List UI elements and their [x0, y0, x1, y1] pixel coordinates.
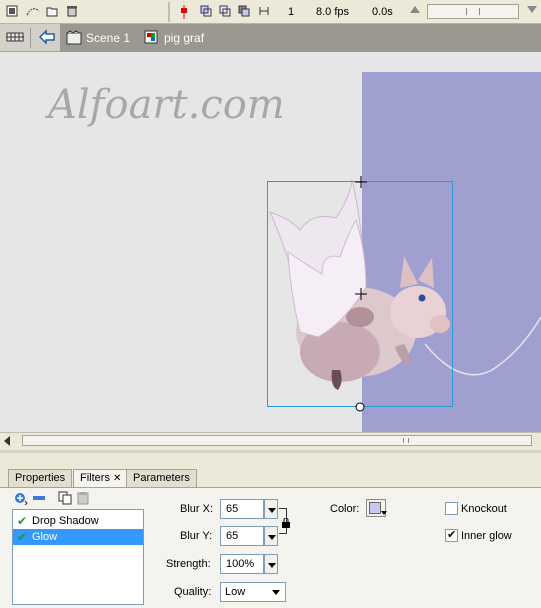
color-swatch-fill: [369, 502, 381, 514]
tab-properties[interactable]: Properties: [8, 469, 73, 487]
scroll-thumb[interactable]: [22, 435, 532, 446]
scroll-left-arrow-icon[interactable]: [4, 436, 10, 446]
center-frame-icon[interactable]: [200, 5, 212, 17]
timeline-scrollbar[interactable]: [427, 4, 519, 19]
breadcrumb-scene[interactable]: Scene 1: [86, 31, 130, 45]
quality-value: Low: [225, 586, 246, 598]
scroll-grip: [403, 438, 409, 443]
properties-panel: Properties Filters ✕ Parameters ✔ Drop S…: [0, 450, 541, 608]
blur-y-label: Blur Y:: [180, 530, 213, 542]
strength-input[interactable]: 100%: [220, 554, 264, 574]
trash-icon[interactable]: [66, 5, 78, 17]
knockout-label: Knockout: [461, 503, 507, 515]
timeline-bar: 1 8.0 fps 0.0s: [0, 0, 541, 24]
quality-label: Quality:: [174, 586, 212, 598]
elapsed-time: 0.0s: [372, 6, 393, 18]
onion-skin-outlines-icon[interactable]: [238, 5, 250, 17]
tab-label: Parameters: [133, 472, 190, 484]
enabled-check-icon[interactable]: ✔: [17, 514, 27, 528]
filter-list[interactable]: ✔ Drop Shadow ✔ Glow: [12, 509, 144, 605]
chevron-down-icon: [272, 590, 280, 595]
inner-glow-label: Inner glow: [461, 530, 512, 542]
stage-horizontal-scrollbar[interactable]: [0, 432, 541, 448]
enabled-check-icon[interactable]: ✔: [17, 530, 27, 544]
blur-x-dropdown[interactable]: [264, 499, 278, 519]
close-icon[interactable]: ✕: [113, 473, 121, 484]
scroll-grip: [466, 8, 480, 15]
onion-skin-icon[interactable]: [219, 5, 231, 17]
current-frame: 1: [288, 6, 295, 18]
check-icon: ✔: [447, 529, 457, 541]
chevron-down-icon: [381, 511, 387, 515]
color-label: Color:: [330, 503, 360, 515]
modify-onion-markers-icon[interactable]: [258, 5, 270, 17]
filter-item-drop-shadow[interactable]: ✔ Drop Shadow: [13, 513, 143, 529]
back-arrow-icon[interactable]: [38, 29, 56, 48]
paste-filter-icon[interactable]: [76, 491, 90, 508]
strength-label: Strength:: [166, 558, 211, 570]
add-filter-icon[interactable]: [14, 491, 28, 508]
copy-filter-icon[interactable]: [58, 491, 72, 508]
blur-x-label: Blur X:: [180, 503, 214, 515]
edit-bar: Scene 1 pig graf: [0, 24, 541, 52]
graphic-symbol-icon: [144, 30, 158, 47]
folder-icon[interactable]: [46, 5, 58, 17]
knockout-checkbox[interactable]: [445, 502, 458, 515]
divider: [168, 2, 170, 22]
strength-dropdown[interactable]: [264, 554, 278, 574]
filter-item-label: Drop Shadow: [32, 515, 99, 527]
remove-filter-icon[interactable]: [32, 491, 46, 508]
quality-select[interactable]: Low: [220, 582, 286, 602]
lock-icon[interactable]: [281, 517, 291, 531]
center-crosshair-icon: [355, 288, 367, 303]
stage[interactable]: Alfoart.com: [0, 52, 541, 432]
filters-content: ✔ Drop Shadow ✔ Glow Blur X: 65 Blur Y: …: [0, 487, 541, 608]
blur-x-input[interactable]: 65: [220, 499, 264, 519]
tab-parameters[interactable]: Parameters: [126, 469, 197, 487]
breadcrumb: Scene 1 pig graf: [60, 24, 541, 52]
tab-label: Filters: [80, 472, 110, 484]
playhead-icon[interactable]: [180, 5, 192, 19]
filter-item-label: Glow: [32, 531, 58, 543]
color-swatch[interactable]: [366, 499, 387, 517]
scene-icon: [66, 30, 82, 49]
inner-glow-checkbox[interactable]: ✔: [445, 529, 458, 542]
scroll-right-icon[interactable]: [527, 6, 537, 13]
frame-rate: 8.0 fps: [316, 6, 350, 18]
tab-label: Properties: [15, 472, 66, 484]
timeline-toggle-icon[interactable]: [6, 29, 24, 48]
transform-point-icon[interactable]: [355, 402, 365, 415]
breadcrumb-symbol[interactable]: pig graf: [164, 31, 204, 45]
divider: [30, 28, 31, 48]
registration-point-icon: [355, 176, 367, 191]
blur-y-dropdown[interactable]: [264, 526, 278, 546]
blur-y-input[interactable]: 65: [220, 526, 264, 546]
filter-item-glow[interactable]: ✔ Glow: [13, 529, 143, 545]
scroll-left-icon[interactable]: [410, 6, 420, 13]
insert-layer-icon[interactable]: [6, 5, 18, 17]
motion-guide-icon[interactable]: [26, 5, 40, 17]
tab-filters[interactable]: Filters ✕: [73, 469, 129, 487]
